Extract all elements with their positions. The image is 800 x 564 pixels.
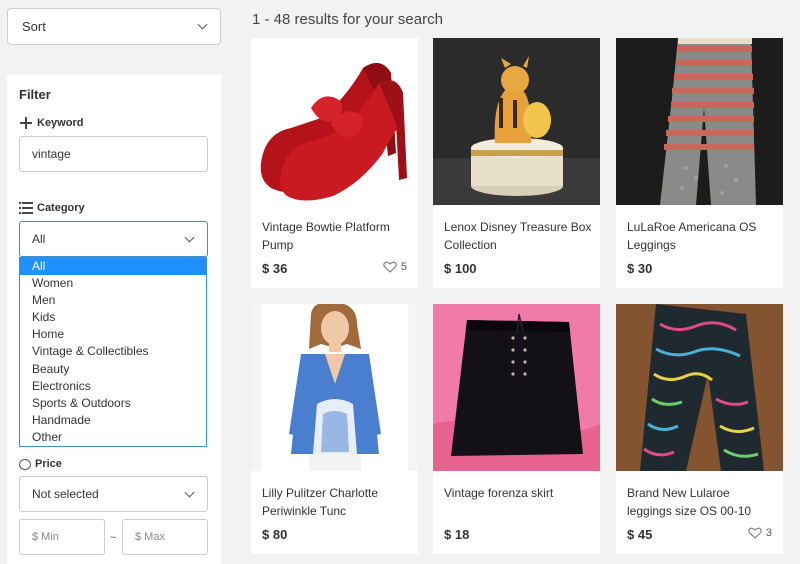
product-title[interactable]: Vintage Bowtie Platform Pump (262, 218, 410, 254)
sort-label: Sort (22, 19, 46, 34)
product-card[interactable]: Vintage forenza skirt $ 18 (433, 304, 600, 554)
category-option[interactable]: Sports & Outdoors (20, 395, 206, 412)
category-option[interactable]: Electronics (20, 378, 206, 395)
category-option[interactable]: Men (20, 292, 206, 309)
like-button[interactable]: 5 (383, 261, 407, 273)
heart-icon (383, 261, 397, 273)
product-title[interactable]: Brand New Lularoe leggings size OS 00-10 (627, 484, 775, 520)
category-selected-value: All (32, 232, 46, 246)
product-price: $ 18 (444, 527, 470, 542)
price-selected-value: Not selected (32, 487, 99, 501)
category-section-label: Category (19, 202, 85, 214)
chevron-down-icon (184, 487, 195, 497)
product-title[interactable]: Vintage forenza skirt (444, 484, 592, 502)
product-price: $ 30 (627, 261, 653, 276)
like-count: 3 (765, 527, 772, 539)
product-card[interactable]: Lilly Pulitzer Charlotte Periwinkle Tunc… (251, 304, 418, 554)
category-option[interactable]: Other (20, 429, 206, 446)
category-dropdown-list: All Women Men Kids Home Vintage & Collec… (19, 257, 207, 448)
category-option[interactable]: Beauty (20, 361, 206, 378)
price-select[interactable]: Not selected (19, 476, 208, 512)
keyword-field[interactable] (32, 147, 193, 161)
category-option[interactable]: Women (20, 275, 206, 292)
product-card[interactable]: LuLaRoe Americana OS Leggings $ 30 (616, 38, 783, 288)
product-image[interactable] (616, 304, 783, 471)
product-title[interactable]: LuLaRoe Americana OS Leggings (627, 218, 775, 254)
category-select[interactable]: All (19, 221, 208, 257)
product-title[interactable]: Lenox Disney Treasure Box Collection (444, 218, 592, 254)
sort-dropdown[interactable]: Sort (7, 8, 221, 45)
product-card[interactable]: Lenox Disney Treasure Box Collection $ 1… (433, 38, 600, 288)
price-section-label: Price (19, 458, 62, 470)
chevron-down-icon (197, 19, 208, 30)
product-price: $ 80 (262, 527, 288, 542)
category-option[interactable]: Handmade (20, 412, 206, 429)
category-option[interactable]: All (20, 258, 206, 276)
category-option[interactable]: Kids (20, 309, 206, 326)
product-title[interactable]: Lilly Pulitzer Charlotte Periwinkle Tunc (262, 484, 410, 520)
price-max-input[interactable]: $ Max (122, 519, 208, 555)
product-image[interactable] (251, 304, 418, 471)
plus-icon (19, 117, 33, 129)
like-count: 5 (400, 261, 407, 273)
category-option[interactable]: Home (20, 326, 206, 343)
price-min-input[interactable]: $ Min (19, 519, 105, 555)
product-price: $ 100 (444, 261, 477, 276)
coins-icon (19, 458, 31, 470)
product-image[interactable] (433, 304, 600, 471)
results-count: 1 - 48 results for your search (252, 11, 443, 28)
product-card[interactable]: Vintage Bowtie Platform Pump $ 36 5 (251, 38, 418, 288)
product-price: $ 36 (262, 261, 288, 276)
category-option[interactable]: Vintage & Collectibles (20, 343, 206, 360)
keyword-input[interactable] (19, 136, 208, 172)
product-card[interactable]: Brand New Lularoe leggings size OS 00-10… (616, 304, 783, 554)
keyword-section-label: Keyword (19, 117, 83, 129)
filter-title: Filter (19, 87, 51, 102)
like-button[interactable]: 3 (748, 527, 772, 539)
range-separator: ~ (110, 532, 117, 544)
product-price: $ 45 (627, 527, 653, 542)
product-image[interactable] (616, 38, 783, 205)
list-icon (19, 202, 33, 214)
product-image[interactable] (433, 38, 600, 205)
product-image[interactable] (251, 38, 418, 205)
chevron-down-icon (184, 232, 195, 242)
heart-icon (748, 527, 762, 539)
